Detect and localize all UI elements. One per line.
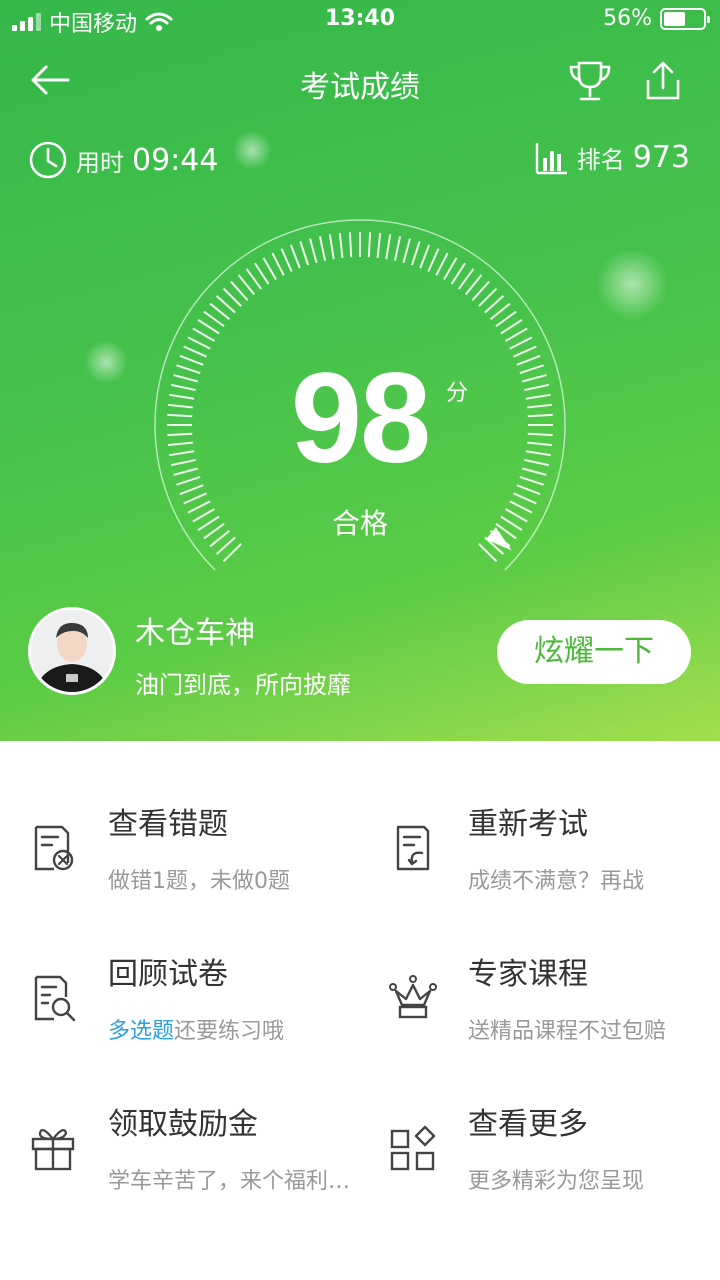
gift-icon [31, 1129, 75, 1171]
gauge-tick [271, 252, 285, 276]
pass-status: 合格 [331, 507, 388, 540]
option-subtitle: 更多精彩为您呈现 [468, 1169, 645, 1194]
score-unit: 分 [446, 381, 469, 406]
gauge-tick [516, 484, 541, 496]
score-value: 98 [290, 347, 431, 490]
gauge-tick [289, 244, 301, 269]
time-used: 用时 09:44 [28, 140, 218, 180]
more-grid-icon [390, 1125, 436, 1171]
option-title: 领取鼓励金 [108, 1107, 258, 1142]
gauge-tick [197, 319, 220, 335]
gauge-tick [280, 248, 293, 272]
gauge-tick [348, 232, 353, 258]
user-name: 木仓车神 [135, 616, 255, 651]
status-bar: 中国移动 13:40 56% [0, 0, 720, 40]
rank-label: 排名 [576, 146, 625, 174]
gauge-tick [254, 262, 270, 285]
gauge-tick [376, 232, 382, 259]
battery-icon [660, 7, 710, 30]
score-block: 98 [0, 355, 720, 483]
gauge-tick [338, 232, 344, 259]
gauge-tick [385, 234, 392, 260]
gauge-tick [435, 252, 449, 276]
retake-icon [396, 825, 430, 871]
user-motto: 油门到底，所向披靡 [135, 671, 351, 699]
gauge-tick [328, 234, 335, 260]
avatar[interactable] [28, 607, 116, 695]
share-icon[interactable] [640, 58, 686, 104]
gauge-tick [402, 238, 411, 263]
option-subtitle: 学车辛苦了，来个福利… [108, 1169, 351, 1194]
crown-icon [389, 975, 437, 1019]
gauge-tick [419, 244, 431, 269]
battery-percent: 56% [603, 6, 652, 31]
option-title: 回顾试卷 [108, 957, 228, 992]
option-title: 重新考试 [468, 807, 588, 842]
option-retake-exam[interactable]: 重新考试 成绩不满意？再战 [360, 741, 720, 894]
gauge-tick [509, 336, 533, 350]
time-used-label: 用时 [76, 148, 124, 177]
option-title: 查看更多 [468, 1107, 588, 1142]
gauge-tick [262, 257, 277, 281]
option-claim-reward[interactable]: 领取鼓励金 学车辛苦了，来个福利… [0, 1041, 360, 1194]
battery: 56% [603, 6, 710, 31]
option-expert-course[interactable]: 专家课程 送精品课程不过包赔 [360, 891, 720, 1044]
gauge-tick [367, 232, 372, 258]
gauge-tick [318, 236, 327, 261]
trophy-icon[interactable] [566, 58, 614, 104]
show-off-button[interactable]: 炫耀一下 [497, 620, 691, 684]
gauge-tick [450, 262, 466, 285]
gauge-tick [299, 241, 310, 266]
bokeh-light [232, 130, 272, 170]
option-title: 专家课程 [468, 957, 588, 992]
gauge-tick [192, 327, 216, 342]
ranking[interactable]: 排名 973 [535, 140, 690, 175]
user-avatar-image [31, 610, 113, 692]
option-wrong-questions[interactable]: 查看错题 做错1题，未做0题 [0, 741, 360, 894]
rank-value: 973 [632, 140, 690, 175]
option-more[interactable]: 查看更多 更多精彩为您呈现 [360, 1041, 720, 1194]
wrong-questions-icon [34, 825, 74, 871]
gauge-tick [309, 238, 318, 263]
gauge-tick [427, 248, 440, 272]
time-used-value: 09:44 [132, 142, 219, 178]
clock-icon [29, 141, 67, 179]
gauge-tick [187, 336, 211, 350]
gauge-tick [500, 319, 523, 335]
review-paper-icon [34, 975, 76, 1022]
gauge-tick [504, 327, 528, 342]
option-review-paper[interactable]: 回顾试卷 多选题还要练习哦 [0, 891, 360, 1044]
action-grid: 查看错题 做错1题，未做0题 重新考试 成绩不满意？再战 回顾试卷 多选题还要练… [0, 741, 720, 1280]
bokeh-light [596, 248, 668, 320]
gauge-tick [179, 484, 204, 496]
nav-bar: 考试成绩 [0, 50, 720, 110]
bar-chart-icon [535, 142, 567, 174]
gauge-tick [410, 241, 421, 266]
gauge-tick [443, 257, 458, 281]
gauge-tick [393, 236, 402, 261]
score-hero: 中国移动 13:40 56% 考试成绩 用时 09:44 排名 973 98 分… [0, 0, 720, 741]
option-title: 查看错题 [108, 807, 228, 842]
